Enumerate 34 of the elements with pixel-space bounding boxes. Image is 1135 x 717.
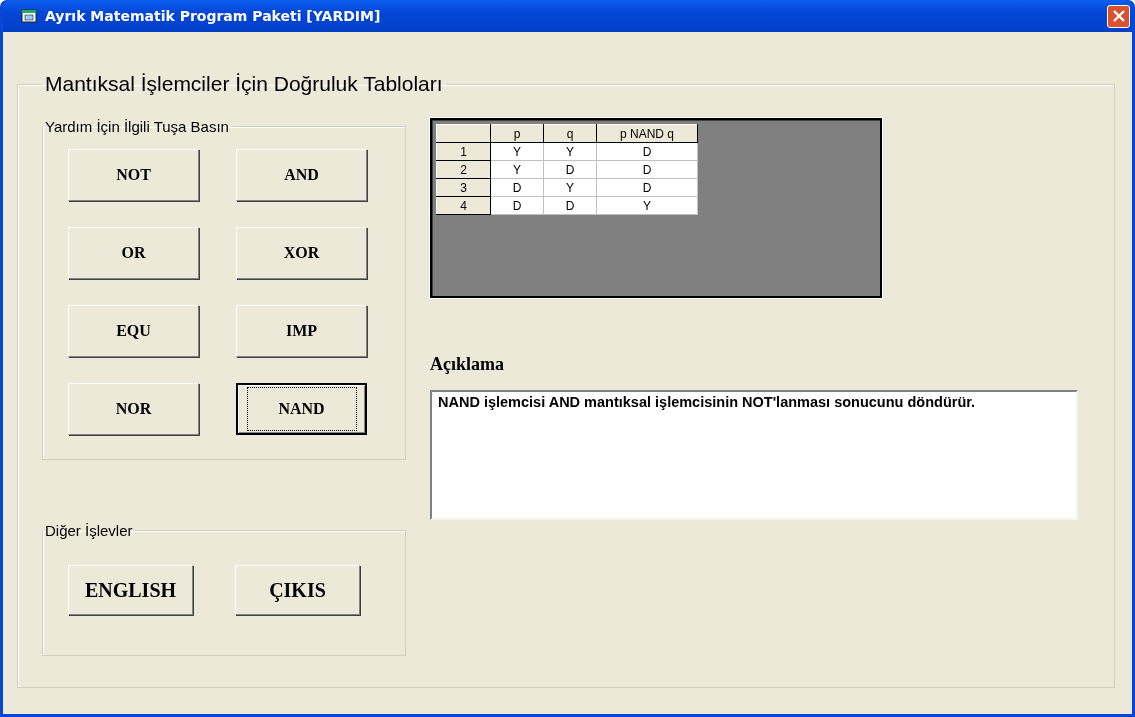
table-cell: D — [543, 160, 597, 179]
operator-button[interactable]: NOR — [68, 383, 199, 435]
operator-button[interactable]: NAND — [236, 383, 367, 435]
operator-button[interactable]: OR — [68, 227, 199, 279]
table-cell: Y — [490, 160, 544, 179]
operator-button[interactable]: EQU — [68, 305, 199, 357]
close-icon — [1111, 9, 1126, 23]
close-button[interactable] — [1107, 4, 1130, 28]
operator-button[interactable]: IMP — [236, 305, 367, 357]
group-title: Yardım İçin İlgili Tuşa Basın — [44, 118, 230, 135]
operator-button[interactable]: AND — [236, 149, 367, 201]
table-cell: Y — [543, 178, 597, 197]
table-cell: D — [490, 196, 544, 215]
window-icon — [21, 9, 37, 23]
table-cell: D — [490, 178, 544, 197]
table-cell: Y — [490, 142, 544, 161]
column-header: q — [543, 124, 597, 143]
table-cell: D — [543, 196, 597, 215]
operator-button[interactable]: XOR — [236, 227, 367, 279]
operator-button[interactable]: NOT — [68, 149, 199, 201]
window-title: Ayrık Matematik Program Paketi [YARDIM] — [45, 8, 382, 24]
group-title: Mantıksal İşlemciler İçin Doğruluk Tabloları — [44, 72, 444, 96]
group-title: Diğer İşlevler — [44, 522, 134, 539]
table-cell: D — [596, 160, 698, 179]
column-header: p NAND q — [596, 124, 698, 143]
table-cell: D — [596, 142, 698, 161]
table-cell: Y — [543, 142, 597, 161]
column-header: p — [490, 124, 544, 143]
table-cell: D — [596, 178, 698, 197]
description-heading: Açıklama — [430, 354, 505, 376]
table-cell: Y — [596, 196, 698, 215]
description-box: NAND işlemcisi AND mantıksal işlemcisinin NOT'lanması sonucunu döndürür. — [430, 390, 1078, 520]
action-button[interactable]: ÇIKIS — [235, 565, 360, 615]
action-button[interactable]: ENGLISH — [68, 565, 193, 615]
